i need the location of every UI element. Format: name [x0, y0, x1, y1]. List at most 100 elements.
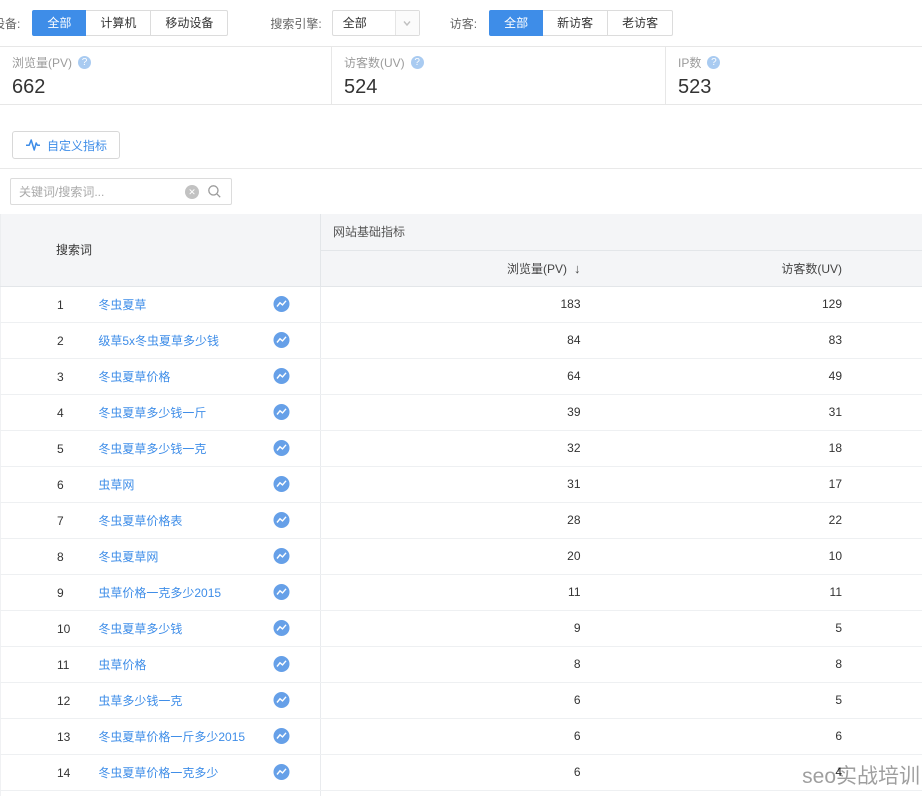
custom-metric-label: 自定义指标: [47, 137, 107, 154]
rank-number: 13: [57, 730, 72, 744]
keyword-link[interactable]: 冬虫夏草价格一克多少: [98, 766, 218, 780]
custom-metric-button[interactable]: 自定义指标: [12, 131, 120, 159]
filter-tab-visitor-all[interactable]: 全部: [489, 10, 543, 36]
filter-tab-visitor-new[interactable]: 新访客: [542, 10, 608, 36]
trend-chart-icon[interactable]: [273, 368, 290, 385]
table-row: 8 冬虫夏草网 20 10: [1, 538, 922, 574]
search-engine-dropdown[interactable]: 全部: [332, 10, 420, 36]
keyword-link[interactable]: 虫草价格一克多少2015: [98, 586, 221, 600]
filter-tab-visitor-returning[interactable]: 老访客: [607, 10, 673, 36]
trend-chart-icon[interactable]: [273, 332, 290, 349]
keyword-cell: 14 冬虫夏草价格一克多少: [1, 754, 321, 790]
filter-tab-device-computer[interactable]: 计算机: [85, 10, 151, 36]
trend-chart-icon[interactable]: [273, 440, 290, 457]
filter-tab-device-mobile[interactable]: 移动设备: [150, 10, 228, 36]
keyword-link[interactable]: 冬虫夏草多少钱一克: [98, 442, 206, 456]
keyword-link[interactable]: 虫草网: [98, 478, 134, 492]
rank-number: 5: [57, 442, 72, 456]
keyword-cell: 10 冬虫夏草多少钱: [1, 610, 321, 646]
pv-value-cell: 64: [321, 358, 601, 394]
uv-value-cell: [601, 790, 922, 796]
table-row: 10 冬虫夏草多少钱 9 5: [1, 610, 922, 646]
uv-value-cell: 83: [601, 322, 922, 358]
keyword-link[interactable]: 虫草价格: [98, 658, 146, 672]
keyword-cell: 7 冬虫夏草价格表: [1, 502, 321, 538]
keyword-link[interactable]: 冬虫夏草网: [98, 550, 158, 564]
keyword-cell: 13 冬虫夏草价格一斤多少2015: [1, 718, 321, 754]
trend-chart-icon[interactable]: [273, 728, 290, 745]
table-row: 3 冬虫夏草价格 64 49: [1, 358, 922, 394]
pv-value-cell: 31: [321, 466, 601, 502]
stat-ip: IP数 523: [666, 47, 922, 104]
uv-value-cell: 11: [601, 574, 922, 610]
table-row: 13 冬虫夏草价格一斤多少2015 6 6: [1, 718, 922, 754]
pv-value-cell: 28: [321, 502, 601, 538]
uv-value-cell: 17: [601, 466, 922, 502]
search-engine-filter-label: 搜索引擎:: [270, 15, 321, 32]
trend-chart-icon[interactable]: [273, 764, 290, 781]
keyword-cell: 3 冬虫夏草价格: [1, 358, 321, 394]
rank-number: 8: [57, 550, 72, 564]
keyword-link[interactable]: 冬虫夏草多少钱一斤: [98, 406, 206, 420]
trend-chart-icon[interactable]: [273, 296, 290, 313]
table-row: 6 虫草网 31 17: [1, 466, 922, 502]
rank-number: 11: [57, 658, 72, 672]
pv-value-cell: 6: [321, 718, 601, 754]
keyword-link[interactable]: 冬虫夏草: [98, 298, 146, 312]
device-filter-label: 设备:: [0, 15, 20, 32]
keyword-search-input[interactable]: [11, 185, 185, 199]
clear-icon[interactable]: [185, 185, 199, 199]
table-row: 11 虫草价格 8 8: [1, 646, 922, 682]
trend-chart-icon[interactable]: [273, 620, 290, 637]
stat-pv-value: 662: [12, 76, 331, 99]
keyword-cell: 9 虫草价格一克多少2015: [1, 574, 321, 610]
column-header-keyword: 搜索词: [1, 214, 321, 286]
table-row: 2 级草5x冬虫夏草多少钱 84 83: [1, 322, 922, 358]
stat-uv-value: 524: [344, 76, 665, 99]
keyword-cell: 4 冬虫夏草多少钱一斤: [1, 394, 321, 430]
keyword-link[interactable]: 虫草多少钱一克: [98, 694, 182, 708]
keyword-link[interactable]: 冬虫夏草价格表: [98, 514, 182, 528]
rank-number: 3: [57, 370, 72, 384]
keyword-link[interactable]: 冬虫夏草价格: [98, 370, 170, 384]
sort-desc-icon[interactable]: ↓: [574, 261, 581, 276]
rank-number: 12: [57, 694, 72, 708]
pv-value-cell: 84: [321, 322, 601, 358]
trend-chart-icon[interactable]: [273, 656, 290, 673]
trend-chart-icon[interactable]: [273, 584, 290, 601]
rank-number: 1: [57, 298, 72, 312]
pv-value-cell: 20: [321, 538, 601, 574]
chevron-down-icon: [395, 11, 419, 35]
trend-chart-icon[interactable]: [273, 548, 290, 565]
help-icon[interactable]: [707, 56, 720, 69]
keyword-link[interactable]: 级草5x冬虫夏草多少钱: [98, 334, 219, 348]
uv-value-cell: 5: [601, 682, 922, 718]
column-header-uv[interactable]: 访客数(UV): [601, 250, 922, 286]
table-row: 12 虫草多少钱一克 6 5: [1, 682, 922, 718]
stat-pv: 浏览量(PV) 662: [0, 47, 332, 104]
keyword-link[interactable]: 冬虫夏草价格一斤多少2015: [98, 730, 245, 744]
rank-number: 14: [57, 766, 72, 780]
keyword-cell: 1 冬虫夏草: [1, 286, 321, 322]
filter-tab-device-all[interactable]: 全部: [32, 10, 86, 36]
search-engine-selected-value: 全部: [333, 11, 395, 35]
trend-chart-icon[interactable]: [273, 404, 290, 421]
stat-uv-label: 访客数(UV): [344, 54, 405, 71]
table-row: 14 冬虫夏草价格一克多少 6 4: [1, 754, 922, 790]
pv-value-cell: 11: [321, 574, 601, 610]
help-icon[interactable]: [78, 56, 91, 69]
table-row: 7 冬虫夏草价格表 28 22: [1, 502, 922, 538]
help-icon[interactable]: [411, 56, 424, 69]
table-row-partial: [1, 790, 922, 796]
column-header-pv-label: 浏览量(PV): [507, 262, 567, 276]
trend-chart-icon[interactable]: [273, 476, 290, 493]
keyword-link[interactable]: 冬虫夏草多少钱: [98, 622, 182, 636]
rank-number: 9: [57, 586, 72, 600]
trend-chart-icon[interactable]: [273, 692, 290, 709]
trend-chart-icon[interactable]: [273, 512, 290, 529]
device-tab-group: 全部计算机移动设备: [32, 10, 228, 36]
rank-number: 4: [57, 406, 72, 420]
column-header-pv[interactable]: 浏览量(PV) ↓: [321, 250, 601, 286]
search-icon[interactable]: [207, 184, 222, 199]
pv-value-cell: 9: [321, 610, 601, 646]
